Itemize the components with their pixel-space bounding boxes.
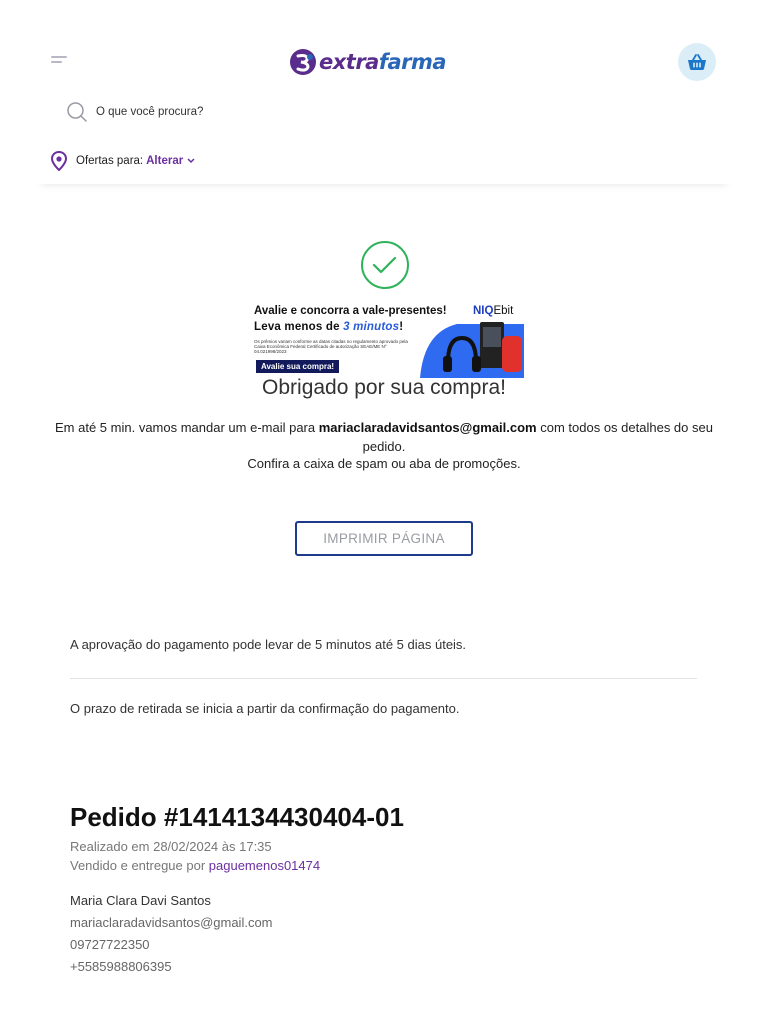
payment-approval-notice: A aprovação do pagamento pode levar de 5…	[70, 637, 467, 652]
banner-headline: Avalie e concorra a vale-presentes!	[254, 305, 447, 317]
basket-icon	[688, 54, 706, 70]
banner-cta-button[interactable]: Avalie sua compra!	[256, 360, 340, 373]
thank-you-title: Obrigado por sua compra!	[262, 376, 506, 399]
divider	[70, 678, 697, 679]
logo-text: extrafarma	[319, 50, 447, 74]
extrafarma-logo[interactable]: extrafarma	[289, 46, 447, 78]
banner-fine-print: Os prêmios variam conforme as datas cita…	[254, 339, 408, 355]
offers-label: Ofertas para:	[76, 155, 144, 167]
change-location-label: Alterar	[146, 155, 184, 167]
chevron-down-icon	[187, 158, 195, 164]
customer-name: Maria Clara Davi Santos	[70, 893, 211, 908]
customer-email-highlight: mariaclaradavidsantos@gmail.com	[318, 420, 537, 435]
banner-subheadline: Leva menos de 3 minutos!	[254, 321, 404, 333]
email-notice: Em até 5 min. vamos mandar um e-mail par…	[55, 420, 713, 454]
order-title: Pedido #1414134430404-01	[70, 802, 404, 832]
pickup-notice: O prazo de retirada se inicia a partir d…	[70, 701, 460, 716]
order-date: Realizado em 28/02/2024 às 17:35	[70, 839, 272, 854]
location-pin-icon	[50, 151, 68, 171]
logo-mark-icon	[290, 49, 316, 75]
search-input[interactable]	[96, 106, 396, 118]
offers-location: Ofertas para: Alterar	[50, 151, 195, 171]
cart-button[interactable]	[678, 43, 716, 81]
order-seller: Vendido e entregue por paguemenos01474	[70, 858, 321, 873]
niq-ebit-logo: NIQEbit	[473, 305, 514, 317]
print-page-button[interactable]: IMPRIMIR PÁGINA	[295, 521, 473, 556]
customer-email: mariaclaradavidsantos@gmail.com	[70, 915, 273, 930]
customer-document: 09727722350	[70, 937, 150, 952]
customer-phone: +5585988806395	[70, 959, 172, 974]
site-header: extrafarma Ofertas para: Alterar	[36, 0, 732, 184]
search-bar[interactable]	[66, 100, 396, 124]
search-icon	[67, 102, 87, 122]
change-location-link[interactable]: Alterar	[146, 155, 195, 167]
review-banner[interactable]: Avalie e concorra a vale-presentes! Leva…	[252, 302, 524, 378]
menu-icon[interactable]	[51, 56, 67, 66]
success-check-icon	[361, 241, 409, 289]
spam-notice: Confira a caixa de spam ou aba de promoç…	[247, 456, 521, 471]
seller-link[interactable]: paguemenos01474	[209, 858, 320, 873]
